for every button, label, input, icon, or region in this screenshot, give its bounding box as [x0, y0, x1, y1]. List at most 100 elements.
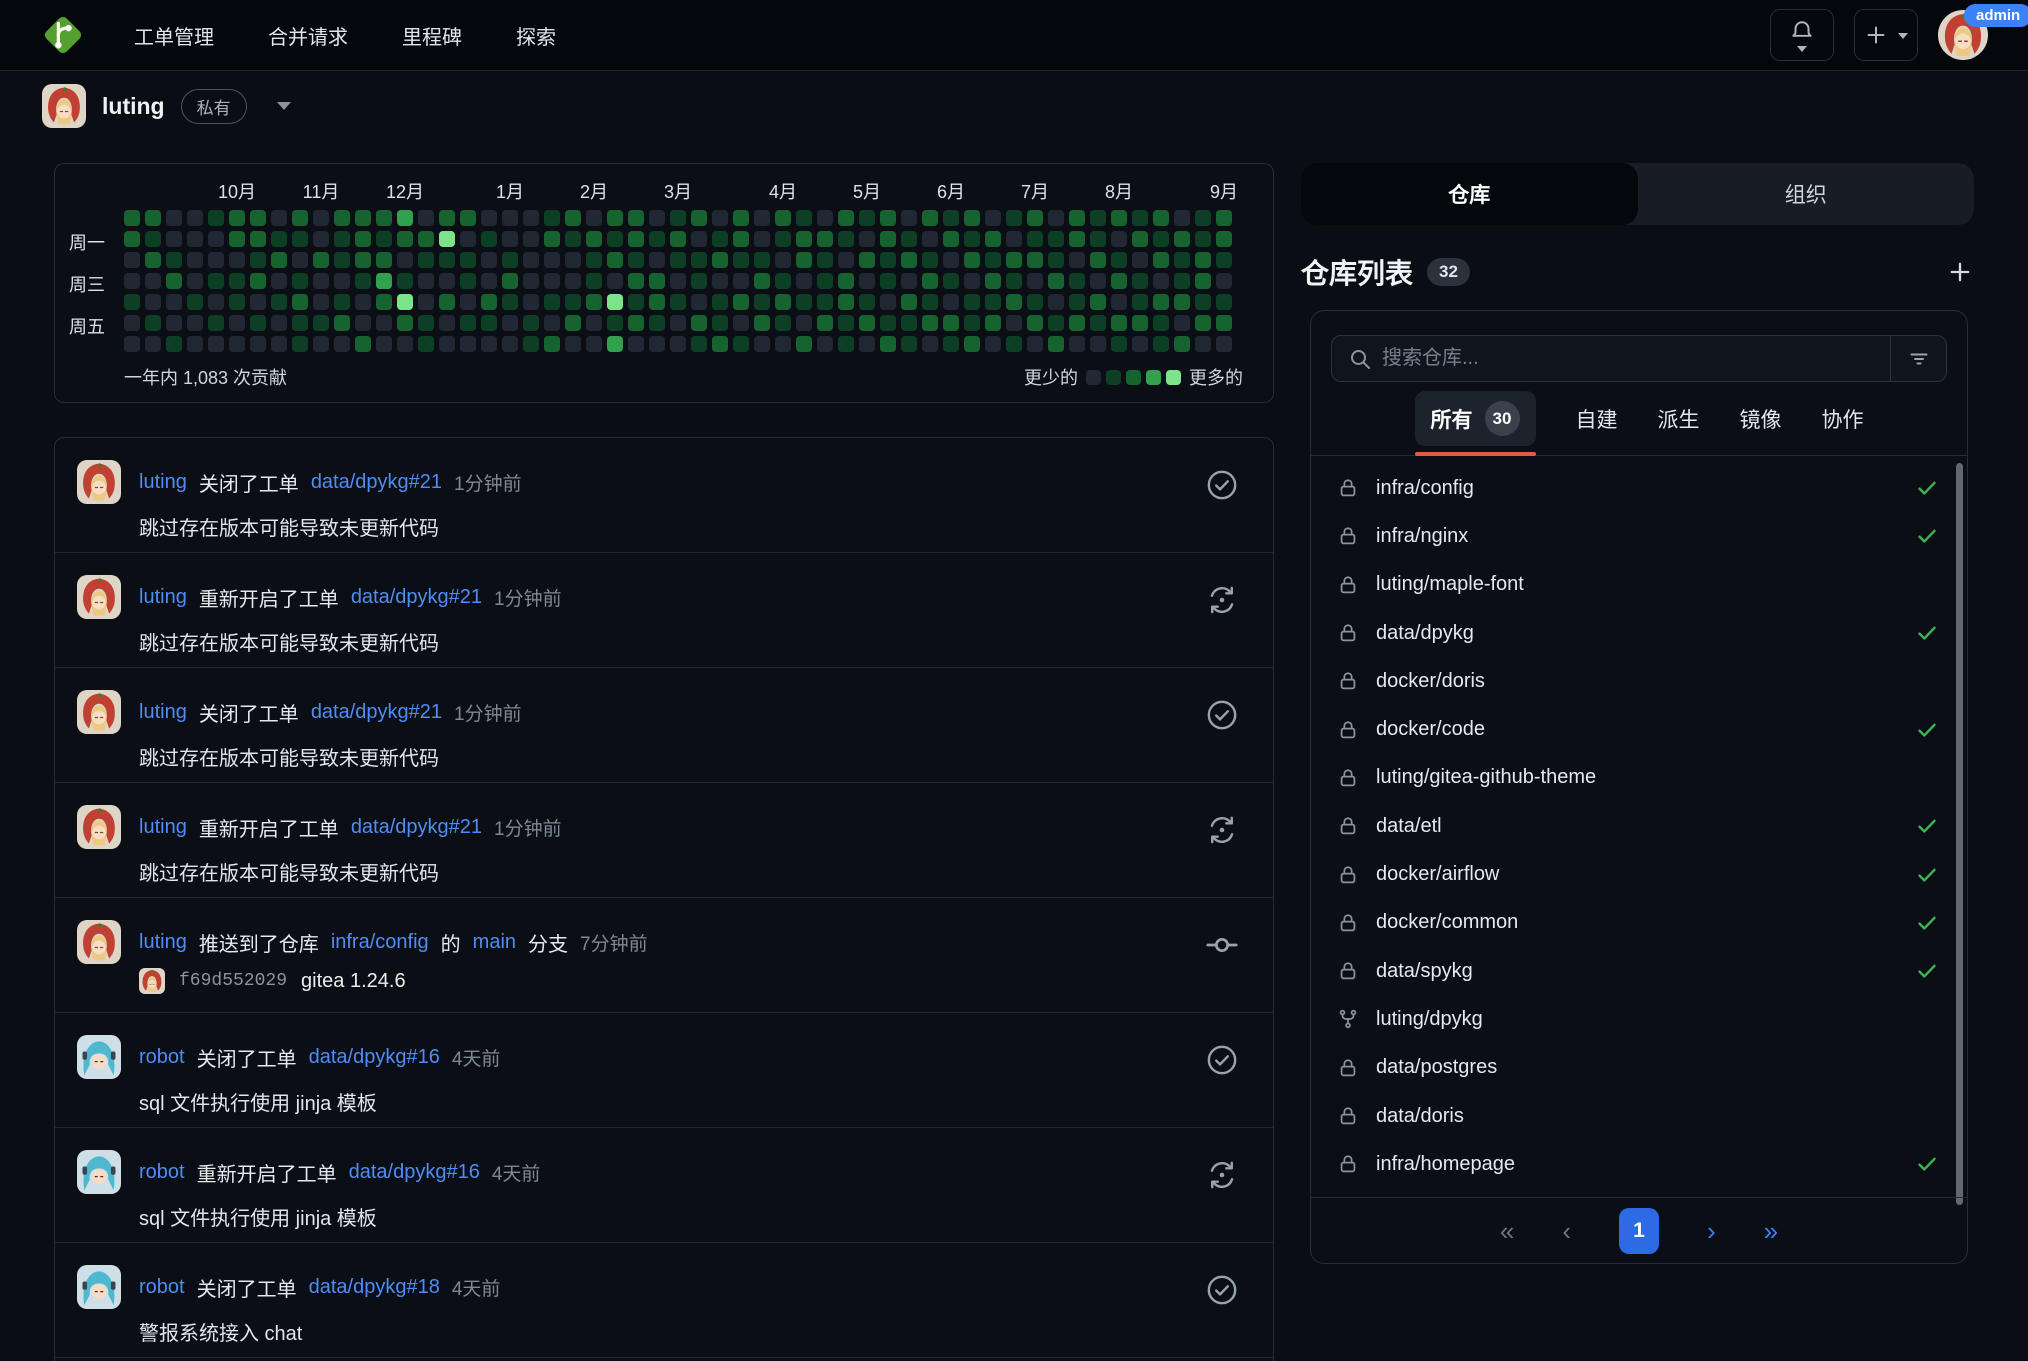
heatmap-cell[interactable]: [292, 273, 308, 289]
heatmap-cell[interactable]: [985, 231, 1001, 247]
repo-link[interactable]: data/dpykg#16: [349, 1161, 480, 1184]
heatmap-cell[interactable]: [943, 273, 959, 289]
heatmap-cell[interactable]: [145, 252, 161, 268]
repo-name-link[interactable]: docker/common: [1376, 911, 1518, 934]
heatmap-cell[interactable]: [124, 231, 140, 247]
heatmap-cell[interactable]: [1069, 315, 1085, 331]
heatmap-cell[interactable]: [355, 273, 371, 289]
heatmap-cell[interactable]: [733, 210, 749, 226]
heatmap-cell[interactable]: [355, 336, 371, 352]
heatmap-cell[interactable]: [1027, 210, 1043, 226]
heatmap-cell[interactable]: [229, 273, 245, 289]
heatmap-cell[interactable]: [964, 315, 980, 331]
avatar[interactable]: [77, 1265, 121, 1309]
heatmap-cell[interactable]: [166, 210, 182, 226]
heatmap-cell[interactable]: [1069, 252, 1085, 268]
user-link[interactable]: luting: [139, 816, 187, 839]
heatmap-cell[interactable]: [1048, 252, 1064, 268]
heatmap-cell[interactable]: [859, 252, 875, 268]
heatmap-cell[interactable]: [334, 336, 350, 352]
heatmap-cell[interactable]: [418, 231, 434, 247]
heatmap-cell[interactable]: [1216, 294, 1232, 310]
heatmap-cell[interactable]: [439, 210, 455, 226]
heatmap-cell[interactable]: [838, 294, 854, 310]
heatmap-cell[interactable]: [838, 273, 854, 289]
repo-name-link[interactable]: infra/nginx: [1376, 525, 1468, 548]
repo-row[interactable]: data/etl: [1311, 802, 1967, 850]
user-link[interactable]: luting: [139, 701, 187, 724]
user-link[interactable]: robot: [139, 1276, 185, 1299]
heatmap-cell[interactable]: [166, 252, 182, 268]
heatmap-cell[interactable]: [775, 315, 791, 331]
heatmap-cell[interactable]: [1216, 315, 1232, 331]
heatmap-cell[interactable]: [1069, 210, 1085, 226]
heatmap-cell[interactable]: [187, 252, 203, 268]
heatmap-cell[interactable]: [922, 210, 938, 226]
heatmap-cell[interactable]: [628, 231, 644, 247]
heatmap-cell[interactable]: [376, 294, 392, 310]
heatmap-cell[interactable]: [229, 315, 245, 331]
heatmap-cell[interactable]: [1153, 294, 1169, 310]
heatmap-cell[interactable]: [481, 210, 497, 226]
heatmap-cell[interactable]: [922, 252, 938, 268]
pagination-last-button[interactable]: »: [1764, 1218, 1778, 1244]
heatmap-cell[interactable]: [271, 273, 287, 289]
heatmap-cell[interactable]: [964, 231, 980, 247]
heatmap-cell[interactable]: [838, 315, 854, 331]
repo-link[interactable]: data/dpykg#21: [311, 701, 442, 724]
heatmap-cell[interactable]: [670, 252, 686, 268]
heatmap-cell[interactable]: [1174, 273, 1190, 289]
heatmap-cell[interactable]: [817, 210, 833, 226]
heatmap-cell[interactable]: [796, 231, 812, 247]
pagination-current-page[interactable]: 1: [1619, 1208, 1659, 1254]
heatmap-cell[interactable]: [145, 336, 161, 352]
heatmap-cell[interactable]: [565, 336, 581, 352]
notifications-button[interactable]: [1770, 9, 1834, 61]
heatmap-cell[interactable]: [943, 315, 959, 331]
heatmap-cell[interactable]: [145, 210, 161, 226]
heatmap-cell[interactable]: [1174, 231, 1190, 247]
heatmap-cell[interactable]: [985, 294, 1001, 310]
heatmap-cell[interactable]: [670, 231, 686, 247]
heatmap-cell[interactable]: [418, 210, 434, 226]
heatmap-cell[interactable]: [145, 273, 161, 289]
sort-filter-button[interactable]: [1890, 336, 1946, 381]
heatmap-cell[interactable]: [565, 294, 581, 310]
heatmap-cell[interactable]: [544, 273, 560, 289]
heatmap-cell[interactable]: [187, 336, 203, 352]
filter-tab-3[interactable]: 镜像: [1740, 404, 1782, 434]
heatmap-cell[interactable]: [1195, 273, 1211, 289]
heatmap-cell[interactable]: [754, 273, 770, 289]
nav-item-1[interactable]: 合并请求: [268, 21, 348, 50]
heatmap-cell[interactable]: [964, 294, 980, 310]
heatmap-cell[interactable]: [649, 210, 665, 226]
heatmap-cell[interactable]: [943, 231, 959, 247]
heatmap-cell[interactable]: [1153, 336, 1169, 352]
heatmap-cell[interactable]: [460, 294, 476, 310]
heatmap-cell[interactable]: [943, 336, 959, 352]
heatmap-cell[interactable]: [838, 231, 854, 247]
heatmap-cell[interactable]: [397, 294, 413, 310]
heatmap-cell[interactable]: [502, 294, 518, 310]
heatmap-cell[interactable]: [817, 273, 833, 289]
heatmap-cell[interactable]: [355, 231, 371, 247]
heatmap-cell[interactable]: [775, 336, 791, 352]
heatmap-cell[interactable]: [166, 231, 182, 247]
heatmap-cell[interactable]: [292, 252, 308, 268]
user-menu[interactable]: admin: [1938, 10, 1988, 60]
heatmap-cell[interactable]: [775, 294, 791, 310]
heatmap-cell[interactable]: [691, 252, 707, 268]
heatmap-cell[interactable]: [1090, 273, 1106, 289]
repo-link[interactable]: main: [473, 931, 516, 954]
heatmap-cell[interactable]: [208, 273, 224, 289]
heatmap-cell[interactable]: [880, 294, 896, 310]
heatmap-cell[interactable]: [1006, 231, 1022, 247]
heatmap-cell[interactable]: [1006, 273, 1022, 289]
heatmap-cell[interactable]: [1153, 315, 1169, 331]
heatmap-cell[interactable]: [166, 315, 182, 331]
heatmap-cell[interactable]: [964, 210, 980, 226]
heatmap-cell[interactable]: [292, 315, 308, 331]
heatmap-cell[interactable]: [1174, 336, 1190, 352]
heatmap-cell[interactable]: [1132, 315, 1148, 331]
heatmap-cell[interactable]: [922, 315, 938, 331]
